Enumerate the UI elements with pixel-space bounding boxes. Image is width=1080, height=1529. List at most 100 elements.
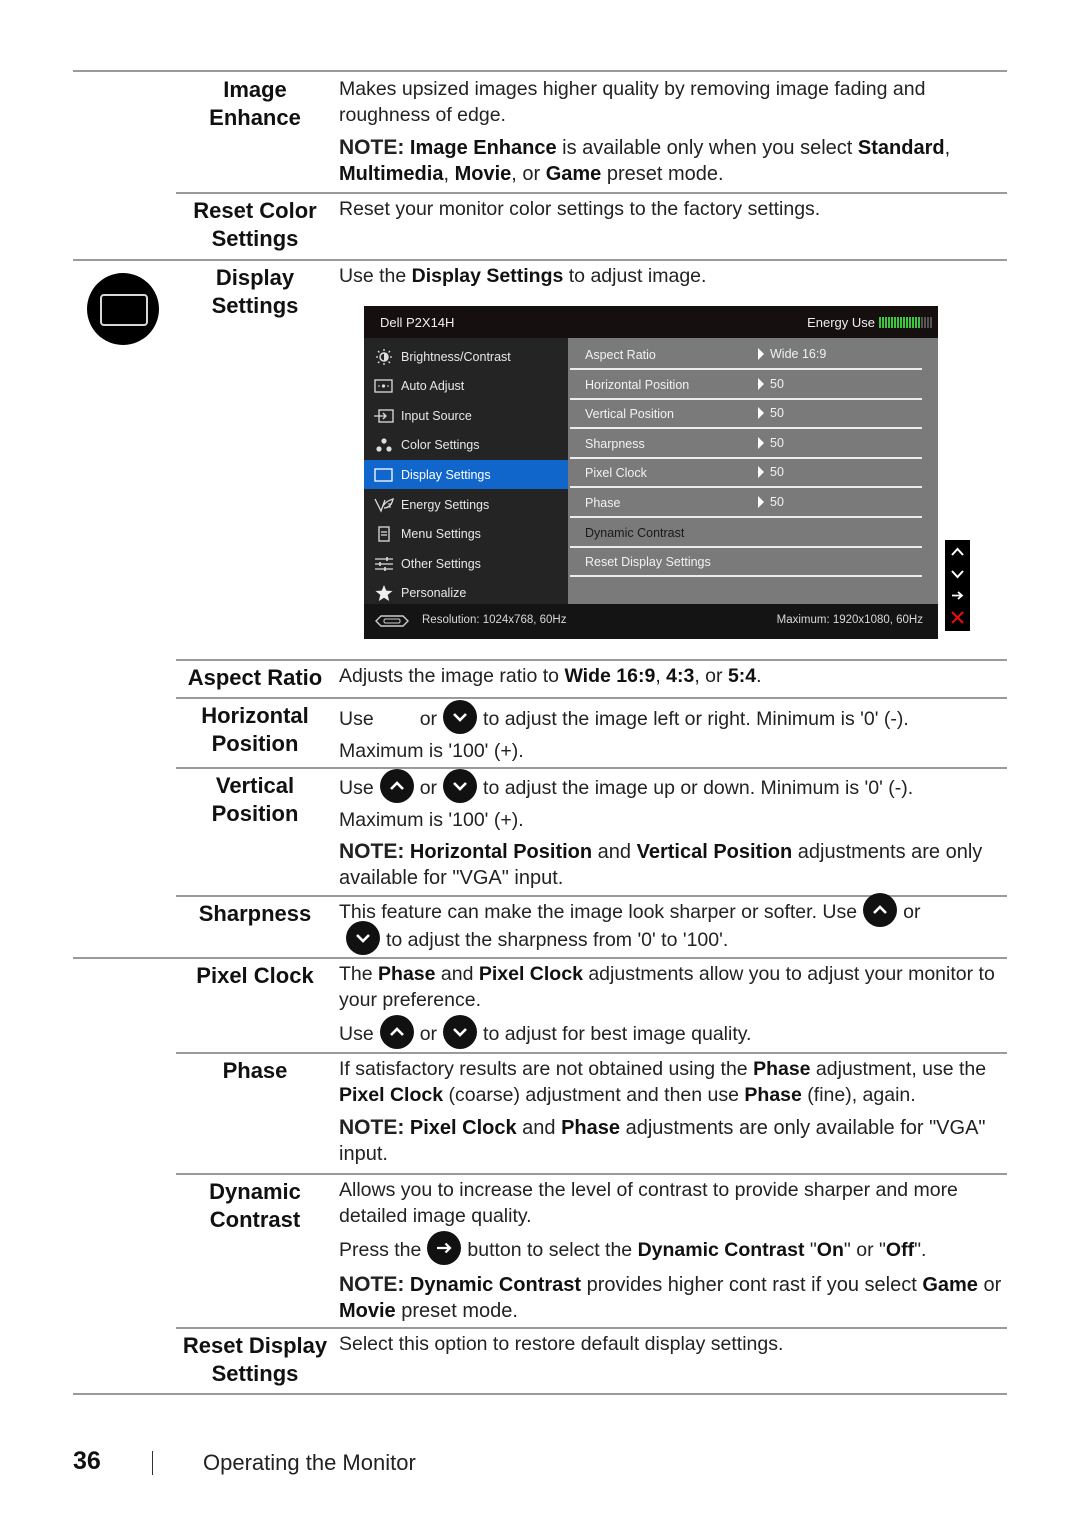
term-line: Position [211,801,299,826]
text: preset mode. [395,1299,518,1322]
desc-reset-color-settings: Reset your monitor color settings to the… [339,197,1007,223]
osd-menu-item[interactable]: Color Settings [364,431,568,460]
description: Reset your monitor color settings to the… [339,198,821,220]
osd-submenu-item[interactable]: Vertical Position 50 [568,399,922,430]
menu-settings-icon [373,525,395,543]
divider [176,697,1007,699]
divider [176,659,1007,661]
text: adjustment, use the [810,1058,987,1080]
osd-menu-item-label: Color Settings [401,438,480,453]
divider [176,1052,1007,1054]
down-button-icon [346,921,380,955]
text: , [655,665,667,687]
osd-submenu-item[interactable]: Phase 50 [568,488,922,518]
play-arrow-icon [758,496,764,508]
term-reset-color-settings: Reset Color Settings [180,197,330,253]
play-arrow-icon [758,436,764,449]
osd-submenu-label: Horizontal Position [585,377,690,392]
text: to adjust the sharpness from '0' to '100… [386,929,729,952]
description: Maximum is '100' (+). [339,740,524,762]
text: (coarse) adjustment and then use [443,1083,745,1106]
osd-status-bar: Resolution: 1024x768, 60Hz Maximum: 1920… [364,604,938,639]
osd-menu-item[interactable]: Brightness/Contrast [364,342,568,371]
vga-connector-icon [375,615,409,627]
osd-submenu-item[interactable]: Horizontal Position 50 [568,370,922,400]
description: Use the Display Settings to adjust image… [339,264,1007,290]
page-number: 36 [73,1447,101,1475]
text: or [419,708,438,730]
bold-term: Game [545,162,602,185]
energy-bar-segment [912,317,914,328]
osd-menu-item-label: Auto Adjust [401,379,465,394]
divider [176,1173,1007,1175]
play-arrow-icon [758,348,764,360]
text: is available only when you select [556,137,858,159]
term-line: Enhance [209,105,301,130]
energy-bar-segment [882,317,884,328]
osd-menu-item[interactable]: Auto Adjust [364,372,568,401]
osd-submenu-item[interactable]: Reset Display Settings [568,547,922,578]
term-vertical-position: Vertical Position [180,772,330,828]
text: or [977,1274,1002,1296]
osd-menu-item[interactable]: Energy Settings [364,490,568,519]
osd-menu-item-label: Brightness/Contrast [401,349,511,364]
osd-submenu-value: Wide 16:9 [758,347,826,361]
osd-submenu-item[interactable]: Dynamic Contrast [568,518,922,548]
brightness-icon [373,348,395,366]
term-line: Image [223,77,287,102]
term-dynamic-contrast: Dynamic Contrast [180,1178,330,1234]
osd-menu-item[interactable]: Display Settings [364,460,568,490]
term-line: Settings [211,293,299,318]
desc-phase: If satisfactory results are not obtained… [339,1057,1007,1167]
energy-bar-segment [924,317,926,328]
osd-submenu-item[interactable]: Pixel Clock 50 [568,458,922,489]
osd-menu-item[interactable]: Input Source [364,401,568,430]
text: button to select the [467,1239,638,1262]
osd-menu-item[interactable]: Other Settings [364,549,568,578]
description: Maximum is '100' (+). [339,809,524,831]
missing-button-icon [380,710,414,730]
star-icon [373,584,395,602]
bold-term: Dynamic Contrast [637,1239,805,1262]
down-button-icon [443,699,478,734]
desc-display-settings: Use the Display Settings to adjust image… [339,264,1007,290]
text: to adjust the image up or down. Minimum … [483,777,914,799]
osd-menu-item-label: Menu Settings [401,527,481,542]
energy-bar-segment [927,317,929,328]
play-arrow-icon [758,407,764,420]
bold-term: Display Settings [411,265,564,287]
bold-term: Vertical Position [636,841,793,863]
up-button-icon [379,1015,414,1049]
osd-main-menu: Brightness/Contrast Auto Adjust Input Sour… [364,338,568,604]
osd-submenu-item[interactable]: Aspect Ratio Wide 16:9 [568,340,922,370]
term-phase: Phase [222,1058,288,1083]
energy-meter [879,317,932,328]
divider [73,1393,1007,1395]
description: Makes upsized images higher quality by r… [339,78,926,126]
up-icon [951,547,964,556]
desc-reset-display-settings: Select this option to restore default di… [339,1332,1007,1358]
input-source-icon [373,407,395,425]
osd-submenu-value: 50 [758,465,784,479]
osd-submenu-value: 50 [758,495,784,509]
bold-term: Image Enhance [409,137,557,159]
text: to adjust the image left or right. Minim… [483,708,909,730]
description: Allows you to increase the level of cont… [339,1179,958,1227]
desc-dynamic-contrast: Allows you to increase the level of cont… [339,1178,1007,1324]
text: and [435,963,479,985]
osd-menu-screenshot: Dell P2X14H Energy Use Brightness/Contra… [364,306,938,639]
osd-submenu-label: Pixel Clock [585,466,647,481]
term-line: Dynamic [209,1179,301,1204]
description: If satisfactory results are not obtained… [339,1057,1007,1108]
osd-value-text: Wide 16:9 [770,347,827,361]
divider [176,1327,1007,1329]
osd-menu-item-label: Energy Settings [401,497,490,512]
down-button-icon [443,1015,478,1049]
term-line: Reset Display [182,1333,328,1358]
note-label: NOTE: [339,136,405,159]
bold-term: Phase [378,963,436,985]
osd-submenu-item[interactable]: Sharpness 50 [568,429,922,459]
bold-term: Pixel Clock [409,1117,517,1139]
description: Adjusts the image ratio to Wide 16:9, 4:… [339,664,1007,690]
osd-menu-item[interactable]: Menu Settings [364,520,568,549]
